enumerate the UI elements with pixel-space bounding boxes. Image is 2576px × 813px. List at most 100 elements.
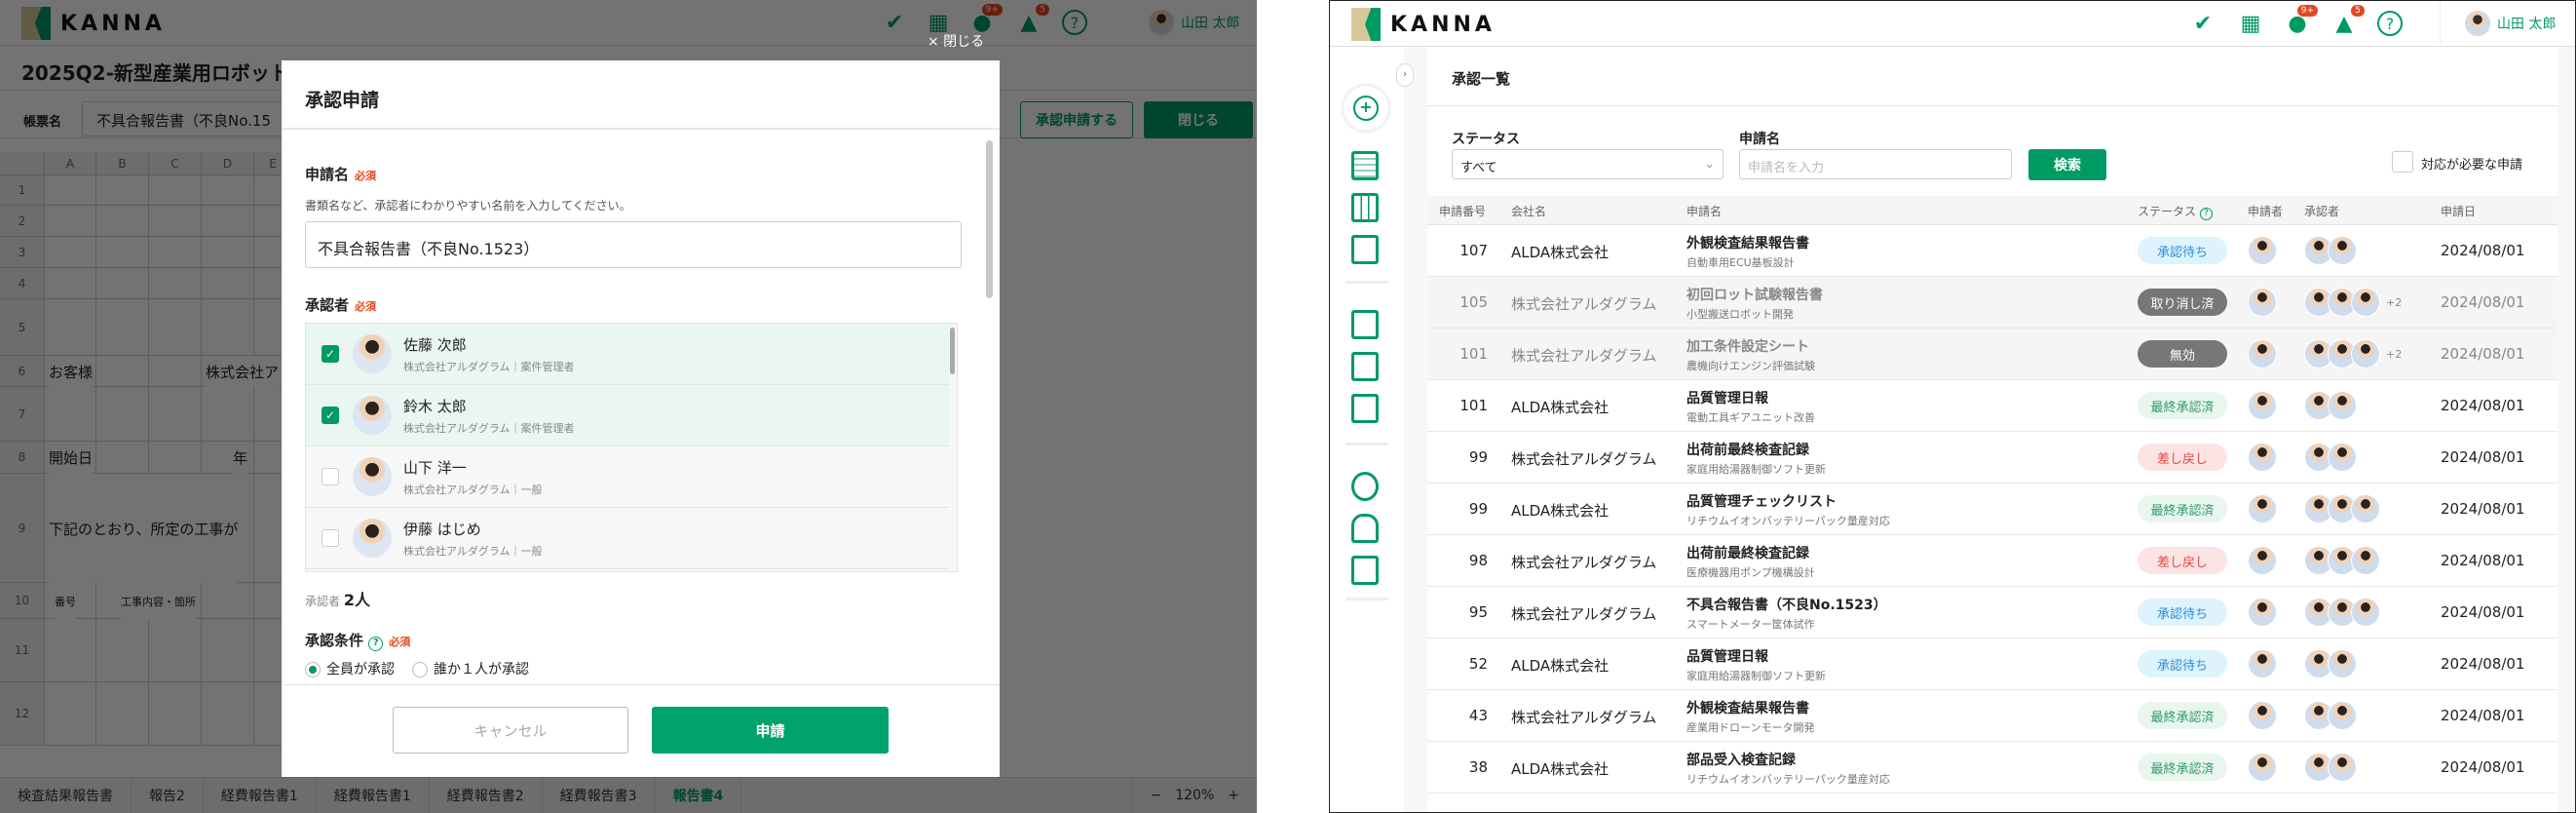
submit-button[interactable]: 申請 bbox=[652, 707, 889, 754]
stamp-icon[interactable]: ✔ bbox=[2190, 11, 2216, 36]
sheet-tab[interactable]: 経費報告書1 bbox=[204, 778, 317, 813]
approver-option[interactable]: ✓ 鈴木 太郎 株式会社アルダグラム｜案件管理者 bbox=[306, 385, 949, 446]
kanna-logo[interactable]: KANNA bbox=[1351, 8, 1496, 41]
table-row[interactable]: 99 株式会社アルダグラム 出荷前最終検査記録 家庭用給湯器制御ソフト更新 差し戻し 20… bbox=[1427, 432, 2557, 484]
calendar-icon[interactable]: ▦ bbox=[2238, 11, 2263, 36]
table-row[interactable]: 52 ALDA株式会社 品質管理日報 家庭用給湯器制御ソフト更新 承認待ち 2024/08… bbox=[1427, 639, 2557, 690]
table-row[interactable]: 95 株式会社アルダグラム 不具合報告書（不良No.1523） スマートメーター筐体試… bbox=[1427, 587, 2557, 639]
user-menu[interactable]: 山田 太郎 bbox=[1148, 9, 1239, 36]
row-header[interactable]: 6 bbox=[0, 356, 45, 387]
zoom-in-button[interactable]: + bbox=[1228, 788, 1239, 803]
row-header[interactable]: 1 bbox=[0, 175, 45, 206]
help-icon[interactable]: ? bbox=[368, 637, 384, 651]
sheet-cell[interactable] bbox=[149, 387, 202, 442]
gear-icon[interactable] bbox=[1351, 472, 1379, 501]
sheet-cell[interactable] bbox=[96, 442, 149, 474]
approver-list-scrollbar[interactable] bbox=[950, 328, 955, 374]
row-header[interactable]: 4 bbox=[0, 268, 45, 299]
column-header[interactable]: A bbox=[45, 152, 96, 175]
request-approval-button[interactable]: 承認申請する bbox=[1020, 101, 1133, 138]
close-button[interactable]: 閉じる bbox=[1144, 101, 1253, 138]
sheet-cell[interactable] bbox=[96, 619, 149, 682]
bell-icon[interactable]: ▲ 5 bbox=[1016, 4, 1049, 35]
row-header[interactable]: 11 bbox=[0, 619, 45, 682]
approver-checkbox[interactable] bbox=[322, 529, 339, 547]
sheet-tab[interactable]: 経費報告書3 bbox=[543, 778, 656, 813]
sheet-cell[interactable] bbox=[202, 583, 254, 619]
sheet-cell[interactable] bbox=[202, 387, 254, 442]
create-button[interactable]: + bbox=[1344, 86, 1388, 131]
download-document-icon[interactable] bbox=[1351, 394, 1379, 423]
request-title[interactable]: 初回ロット試験報告書 bbox=[1686, 285, 1823, 304]
request-title[interactable]: 品質管理チェックリスト bbox=[1686, 491, 1837, 511]
sheet-cell[interactable] bbox=[149, 206, 202, 237]
approver-checkbox[interactable] bbox=[322, 468, 339, 485]
bell-icon[interactable]: ▲ 5 bbox=[2331, 5, 2365, 36]
row-header[interactable]: 2 bbox=[0, 206, 45, 237]
row-header[interactable]: 12 bbox=[0, 682, 45, 746]
sheet-cell[interactable] bbox=[96, 299, 149, 356]
sheet-cell[interactable] bbox=[149, 682, 202, 746]
expand-sidebar-button[interactable]: › bbox=[1396, 63, 1414, 87]
request-title[interactable]: 品質管理日報 bbox=[1686, 388, 1768, 407]
column-header[interactable]: B bbox=[96, 152, 149, 175]
sheet-cell[interactable] bbox=[149, 619, 202, 682]
request-title[interactable]: 外観検査結果報告書 bbox=[1686, 233, 1809, 252]
help-icon[interactable]: ? bbox=[2377, 11, 2403, 36]
request-title[interactable]: 品質管理日報 bbox=[1686, 646, 1768, 666]
modal-scrollbar[interactable] bbox=[986, 140, 993, 298]
table-row[interactable]: 105 株式会社アルダグラム 初回ロット試験報告書 小型搬送ロボット開発 取り消し済 +2… bbox=[1427, 277, 2557, 329]
house-report-icon[interactable] bbox=[1351, 352, 1379, 381]
approver-option[interactable]: 山下 洋一 株式会社アルダグラム｜一般 bbox=[306, 446, 949, 508]
sheet-tab[interactable]: 検査結果報告書 bbox=[0, 778, 132, 813]
row-header[interactable]: 9 bbox=[0, 474, 45, 583]
sheet-cell[interactable] bbox=[45, 237, 96, 268]
sheet-cell[interactable] bbox=[149, 268, 202, 299]
request-title[interactable]: 加工条件設定シート bbox=[1686, 336, 1809, 356]
column-header[interactable]: C bbox=[149, 152, 202, 175]
sheet-cell[interactable] bbox=[202, 206, 254, 237]
approver-option[interactable]: 伊藤 はじめ 株式会社アルダグラム｜一般 bbox=[306, 508, 949, 569]
sheet-cell[interactable] bbox=[96, 356, 149, 387]
kanna-logo[interactable]: KANNA bbox=[21, 7, 166, 40]
row-header[interactable]: 7 bbox=[0, 387, 45, 442]
sheet-tab[interactable]: 経費報告書1 bbox=[317, 778, 430, 813]
help-icon[interactable]: ? bbox=[1062, 10, 1087, 35]
user-menu[interactable]: 山田 太郎 bbox=[2464, 10, 2556, 37]
sheet-cell[interactable] bbox=[202, 299, 254, 356]
sheet-tab[interactable]: 経費報告書2 bbox=[430, 778, 543, 813]
sheet-cell[interactable] bbox=[45, 682, 96, 746]
approver-checkbox[interactable]: ✓ bbox=[322, 406, 339, 424]
request-title[interactable]: 出荷前最終検査記録 bbox=[1686, 440, 1809, 459]
list-icon[interactable] bbox=[1351, 151, 1379, 180]
radio-button[interactable] bbox=[412, 662, 428, 678]
radio-all-approve[interactable]: 全員が承認 bbox=[305, 659, 395, 678]
row-header[interactable]: 3 bbox=[0, 237, 45, 268]
board-icon[interactable] bbox=[1351, 193, 1379, 222]
sheet-cell[interactable] bbox=[149, 299, 202, 356]
row-header[interactable]: 8 bbox=[0, 442, 45, 474]
sheet-cell[interactable] bbox=[45, 619, 96, 682]
radio-button[interactable] bbox=[305, 662, 321, 678]
request-title[interactable]: 外観検査結果報告書 bbox=[1686, 698, 1809, 717]
sheet-cell[interactable] bbox=[96, 268, 149, 299]
sheet-cell[interactable] bbox=[45, 206, 96, 237]
request-name-input[interactable]: 不具合報告書（不良No.1523） bbox=[305, 221, 962, 268]
cancel-button[interactable]: キャンセル bbox=[393, 707, 628, 754]
sheet-cell[interactable] bbox=[96, 387, 149, 442]
document-icon[interactable] bbox=[1351, 235, 1379, 264]
sheet-cell[interactable] bbox=[149, 237, 202, 268]
clipboard-check-icon[interactable] bbox=[1351, 556, 1379, 585]
sheet-cell[interactable] bbox=[149, 175, 202, 206]
sheet-cell[interactable] bbox=[149, 356, 202, 387]
zoom-out-button[interactable]: − bbox=[1151, 788, 1162, 803]
table-row[interactable]: 107 ALDA株式会社 外観検査結果報告書 自動車用ECU基板設計 承認待ち 2024/… bbox=[1427, 225, 2557, 277]
table-row[interactable] bbox=[1427, 794, 2557, 812]
approver-option[interactable]: ✓ 佐藤 次郎 株式会社アルダグラム｜案件管理者 bbox=[306, 324, 949, 385]
name-search-input[interactable]: 申請名を入力 bbox=[1739, 149, 2012, 179]
request-title[interactable]: 出荷前最終検査記録 bbox=[1686, 543, 1809, 562]
stamp-icon[interactable]: ✔ bbox=[882, 10, 907, 35]
sheet-cell[interactable] bbox=[45, 268, 96, 299]
sheet-cell[interactable] bbox=[202, 682, 254, 746]
sheet-cell[interactable] bbox=[202, 619, 254, 682]
